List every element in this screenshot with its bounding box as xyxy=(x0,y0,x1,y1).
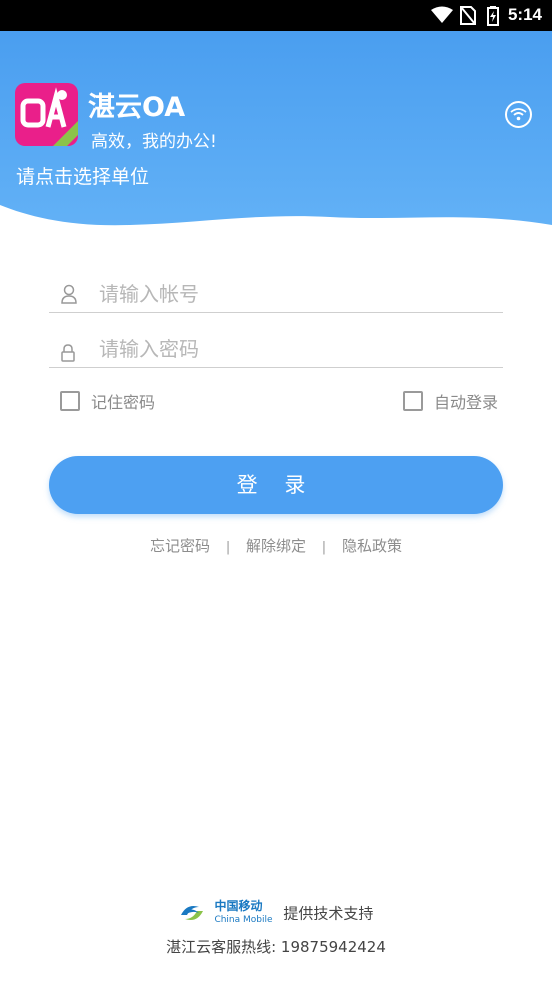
lock-icon xyxy=(61,344,75,362)
support-text: 提供技术支持 xyxy=(283,904,374,923)
no-sim-icon xyxy=(460,6,476,25)
password-field xyxy=(49,325,503,368)
network-settings-icon[interactable] xyxy=(505,101,532,128)
wifi-signal-icon xyxy=(431,6,453,23)
account-input[interactable] xyxy=(97,276,496,312)
china-mobile-wordmark: 中国移动 China Mobile xyxy=(214,900,272,926)
provider-name-zh: 中国移动 xyxy=(214,899,263,913)
auto-login-checkbox[interactable]: 自动登录 xyxy=(403,389,498,413)
auto-login-label: 自动登录 xyxy=(434,393,499,412)
checkbox-square[interactable] xyxy=(60,391,80,411)
tech-support-credit: 中国移动 China Mobile 提供技术支持 xyxy=(0,900,552,926)
auxiliary-links: 忘记密码 | 解除绑定 | 隐私政策 xyxy=(0,535,552,556)
status-bar: 5:14 xyxy=(0,0,552,31)
battery-charging-icon xyxy=(487,6,499,26)
app-logo xyxy=(15,83,78,146)
forgot-password-link[interactable]: 忘记密码 xyxy=(150,537,210,555)
checkbox-square[interactable] xyxy=(403,391,423,411)
login-button[interactable]: 登 录 xyxy=(49,456,503,514)
remember-password-checkbox[interactable]: 记住密码 xyxy=(60,389,155,413)
user-icon xyxy=(61,284,77,304)
privacy-policy-link[interactable]: 隐私政策 xyxy=(342,537,402,555)
link-separator: | xyxy=(321,540,327,555)
unbind-link[interactable]: 解除绑定 xyxy=(246,537,306,555)
customer-hotline: 湛江云客服热线: 19875942424 xyxy=(166,938,386,956)
provider-name-en: China Mobile xyxy=(214,915,273,925)
account-field xyxy=(49,270,503,313)
china-mobile-logo-icon xyxy=(180,906,203,920)
clock-time: 5:14 xyxy=(507,5,542,24)
app-title: 湛云OA xyxy=(88,92,186,123)
header-banner: 湛云OA 高效，我的办公! 请点击选择单位 xyxy=(0,31,552,231)
link-separator: | xyxy=(225,540,231,555)
header-wave-background xyxy=(0,31,552,226)
remember-password-label: 记住密码 xyxy=(91,393,156,412)
select-unit-link[interactable]: 请点击选择单位 xyxy=(16,162,149,189)
app-slogan: 高效，我的办公! xyxy=(91,132,217,152)
password-input[interactable] xyxy=(97,331,496,367)
